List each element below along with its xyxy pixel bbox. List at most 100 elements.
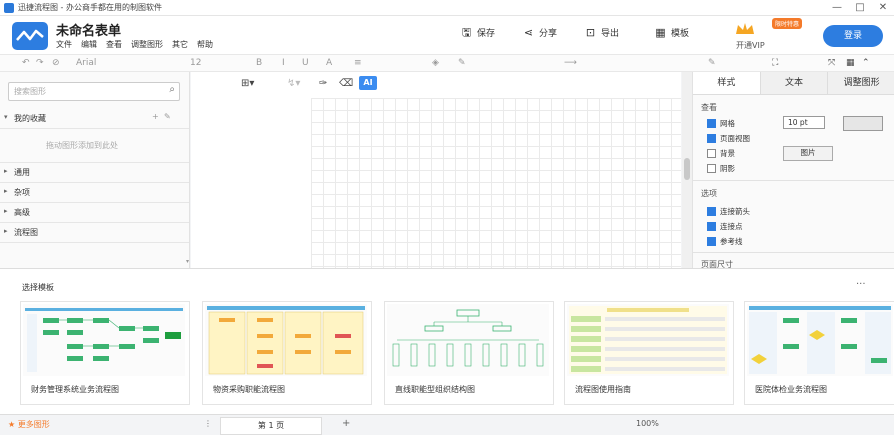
add-page-icon[interactable]: + (342, 418, 350, 429)
menu-arrange[interactable]: 调整图形 (131, 39, 163, 50)
connection-points-checkbox[interactable]: 连接点 (707, 221, 743, 232)
template-button[interactable]: ▦ 模板 (654, 26, 689, 39)
vip-label[interactable]: 开通VIP (736, 40, 765, 51)
maximize-button[interactable]: □ (849, 0, 871, 16)
checkbox-checked-icon (707, 222, 716, 231)
grid-checkbox[interactable]: 网格 (707, 118, 735, 129)
redo-icon[interactable]: ↷ (36, 58, 44, 68)
template-thumbnail (747, 304, 893, 376)
checkbox-checked-icon (707, 119, 716, 128)
shadow-checkbox[interactable]: 阴影 (707, 163, 735, 174)
template-name: 物资采购职能流程图 (213, 385, 285, 394)
background-image-button[interactable]: 图片 (783, 146, 833, 161)
connection-arrows-checkbox[interactable]: 连接箭头 (707, 206, 750, 217)
page-tab[interactable]: 第 1 页 (220, 417, 322, 435)
tab-arrange[interactable]: 调整图形 (828, 72, 894, 94)
divider (693, 252, 894, 253)
chevron-right-icon: ▸ (4, 187, 8, 195)
page-menu-icon[interactable]: ⋮ (204, 419, 212, 428)
chevron-right-icon: ▸ (4, 227, 8, 235)
minimize-button[interactable]: — (826, 0, 848, 16)
canvas-top-tools: ⊞▾ ↯▾ ✑ ⌫ AI (191, 72, 681, 98)
trash-icon[interactable]: ⌫ (339, 78, 353, 89)
pin-icon[interactable]: ✑ (319, 78, 327, 89)
share-button[interactable]: ⋖ 分享 (522, 26, 557, 39)
line-color-icon[interactable]: ✎ (458, 58, 466, 68)
template-thumbnail (567, 304, 729, 376)
drawing-canvas[interactable]: ⊞▾ ↯▾ ✑ ⌫ AI (191, 72, 681, 268)
fit-page-icon[interactable]: ⛶ (772, 58, 778, 68)
sidebar-item-flowchart[interactable]: ▸ 流程图 (0, 222, 189, 243)
options-section-title: 选项 (701, 189, 717, 198)
search-icon: ⌕ (169, 84, 175, 95)
close-button[interactable]: ✕ (872, 0, 894, 16)
window-titlebar: 迅捷流程图 - 办公商手都在用的制图软件 — □ ✕ (0, 0, 894, 16)
login-button[interactable]: 登录 (823, 25, 883, 47)
template-grid-icon: ▦ (655, 26, 666, 39)
underline-button[interactable]: U (302, 58, 309, 68)
zoom-fit-icon[interactable]: ⤧ (828, 58, 835, 68)
template-name: 直线职能型组织结构图 (395, 385, 475, 394)
tab-text[interactable]: 文本 (760, 72, 829, 94)
more-shapes-button[interactable]: ★ 更多图形 (8, 419, 50, 430)
page-view-checkbox[interactable]: 页面视图 (707, 133, 750, 144)
bold-button[interactable]: B (256, 58, 262, 68)
link-icon[interactable]: ↯▾ (287, 78, 300, 89)
add-icon[interactable]: + (152, 112, 159, 121)
guides-checkbox[interactable]: 参考线 (707, 236, 743, 247)
tab-style[interactable]: 样式 (693, 72, 761, 94)
menu-help[interactable]: 帮助 (197, 39, 213, 50)
font-size-select[interactable]: 12 (190, 58, 201, 68)
template-thumbnail (23, 304, 185, 376)
export-button[interactable]: ⊡ 导出 (584, 26, 619, 39)
template-card-org-chart[interactable]: 直线职能型组织结构图 (384, 301, 554, 405)
template-name: 流程图使用指南 (575, 385, 631, 394)
sidebar-favorites[interactable]: ▾ 我的收藏 + ✎ (0, 108, 189, 129)
collapse-icon[interactable]: ⌃ (862, 58, 870, 68)
more-icon[interactable]: ··· (856, 279, 866, 290)
edit-icon[interactable]: ✎ (164, 112, 171, 121)
format-painter-icon[interactable]: ⊘ (52, 58, 60, 68)
divider (693, 180, 894, 181)
canvas-vertical-scrollbar[interactable] (682, 72, 692, 268)
grid-view-icon[interactable]: ▦ (846, 58, 855, 68)
align-icon[interactable]: ≡ (354, 58, 362, 68)
font-family-select[interactable]: Arial (76, 58, 96, 68)
menu-edit[interactable]: 编辑 (81, 39, 97, 50)
italic-button[interactable]: I (282, 58, 285, 68)
sidebar-item-misc[interactable]: ▸ 杂项 (0, 182, 189, 203)
template-card-procurement[interactable]: 物资采购职能流程图 (202, 301, 372, 405)
search-placeholder: 搜索图形 (14, 87, 46, 96)
table-icon[interactable]: ⊞▾ (241, 78, 254, 89)
font-color-icon[interactable]: A (326, 58, 332, 68)
checkbox-checked-icon (707, 207, 716, 216)
menu-file[interactable]: 文件 (56, 39, 72, 50)
undo-icon[interactable]: ↶ (22, 58, 30, 68)
template-card-hospital[interactable]: 医院体检业务流程图 (744, 301, 894, 405)
sidebar-item-general[interactable]: ▸ 通用 (0, 162, 189, 183)
lock-icon[interactable]: ✎ (708, 58, 716, 68)
menu-bar: 文件 编辑 查看 调整图形 其它 帮助 (56, 39, 213, 50)
grid-size-input[interactable]: 10 pt (783, 116, 825, 129)
template-card-finance[interactable]: 财务管理系统业务流程图 (20, 301, 190, 405)
sidebar-item-advanced[interactable]: ▸ 高级 (0, 202, 189, 223)
favorites-dropzone[interactable]: 拖动图形添加到此处 (0, 128, 189, 163)
document-title[interactable]: 未命名表单 (56, 20, 121, 39)
save-button[interactable]: 🖫 保存 (460, 26, 495, 39)
background-checkbox[interactable]: 背景 (707, 148, 735, 159)
menu-view[interactable]: 查看 (106, 39, 122, 50)
connector-style-icon[interactable]: ⟶ (564, 58, 577, 68)
export-icon: ⊡ (585, 26, 596, 39)
checkbox-unchecked-icon (707, 164, 716, 173)
menu-other[interactable]: 其它 (172, 39, 188, 50)
grid-color-swatch[interactable] (843, 116, 883, 131)
resize-handle-icon[interactable]: ▾ (186, 258, 189, 265)
shape-search-input[interactable]: 搜索图形 ⌕ (8, 82, 180, 101)
zoom-level[interactable]: 100% (636, 419, 659, 428)
ai-button[interactable]: AI (359, 76, 377, 90)
scrollbar-thumb[interactable] (684, 158, 690, 180)
vip-promo-badge: 限时特惠 (772, 18, 803, 29)
checkbox-unchecked-icon (707, 149, 716, 158)
template-card-guide[interactable]: 流程图使用指南 (564, 301, 734, 405)
fill-color-icon[interactable]: ◈ (432, 58, 439, 68)
